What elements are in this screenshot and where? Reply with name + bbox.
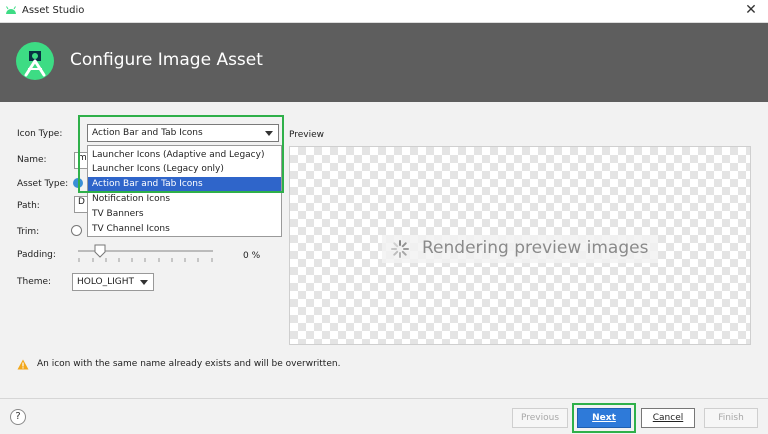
close-icon[interactable]: ✕	[744, 2, 758, 18]
padding-slider-ticks	[78, 258, 213, 262]
dropdown-highlight-frame	[78, 115, 284, 193]
theme-select-value: HOLO_LIGHT	[77, 277, 135, 287]
title-bar: Asset Studio ✕	[0, 0, 768, 23]
spinner-icon	[391, 240, 409, 258]
dropdown-option-tv-banners[interactable]: TV Banners	[88, 207, 281, 222]
rendering-text: Rendering preview images	[422, 238, 649, 258]
preview-label: Preview	[289, 130, 325, 140]
android-icon	[6, 6, 16, 14]
window-title: Asset Studio	[22, 5, 85, 16]
path-input[interactable]: D	[74, 196, 88, 213]
icon-type-label: Icon Type:	[17, 129, 63, 139]
trim-radio[interactable]	[71, 225, 82, 236]
name-label: Name:	[17, 155, 47, 165]
cancel-button[interactable]: Cancel	[641, 408, 695, 428]
finish-button[interactable]: Finish	[704, 408, 758, 428]
rendering-status: Rendering preview images	[382, 235, 658, 263]
dropdown-option-notification[interactable]: Notification Icons	[88, 192, 281, 207]
asset-type-label: Asset Type:	[17, 179, 69, 189]
previous-button[interactable]: Previous	[512, 408, 568, 428]
trim-label: Trim:	[17, 227, 40, 237]
help-button[interactable]: ?	[10, 409, 26, 425]
padding-slider-thumb[interactable]	[94, 244, 106, 258]
wizard-header: Configure Image Asset	[0, 23, 768, 102]
android-studio-logo-icon	[16, 42, 54, 80]
theme-select[interactable]: HOLO_LIGHT	[72, 273, 154, 291]
theme-label: Theme:	[17, 277, 52, 287]
page-title: Configure Image Asset	[70, 50, 263, 70]
next-highlight-frame	[572, 403, 636, 433]
footer-divider	[0, 398, 768, 399]
chevron-down-icon	[140, 280, 148, 285]
padding-value: 0 %	[243, 251, 261, 261]
warning-icon	[17, 359, 29, 370]
warning-message: An icon with the same name already exist…	[37, 359, 341, 369]
dropdown-option-tv-channel[interactable]: TV Channel Icons	[88, 222, 281, 237]
path-label: Path:	[17, 201, 40, 211]
padding-label: Padding:	[17, 250, 56, 260]
